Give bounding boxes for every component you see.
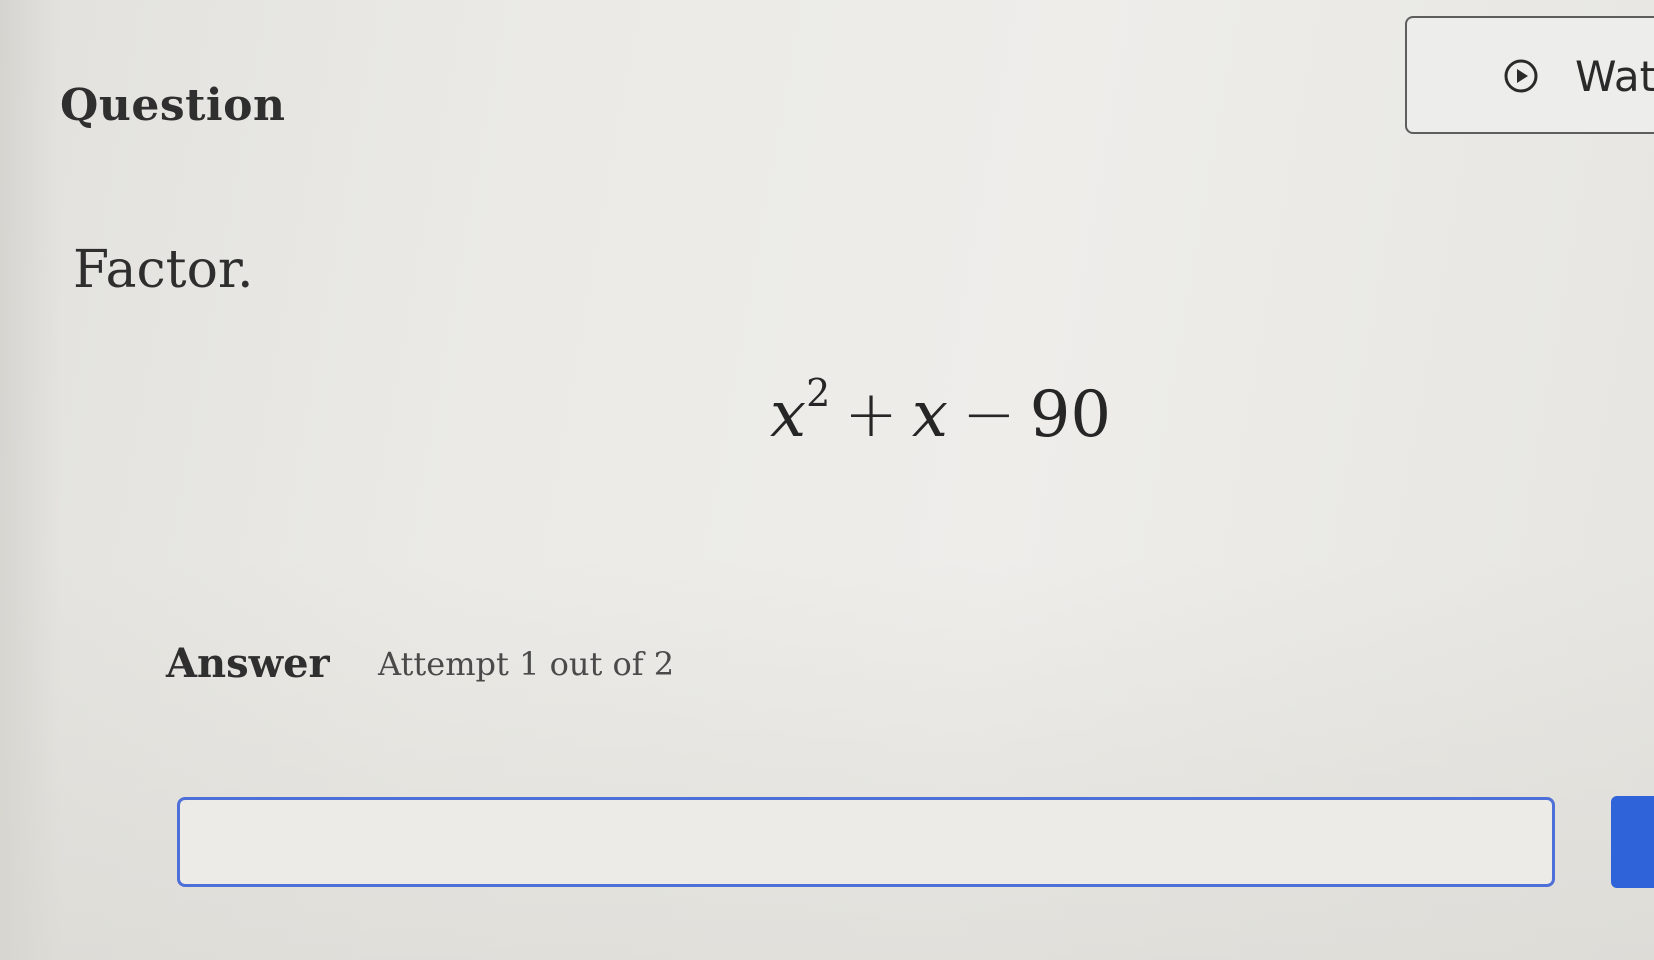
answer-label: Answer xyxy=(166,640,330,687)
answer-input[interactable] xyxy=(177,797,1555,887)
attempt-counter: Attempt 1 out of 2 xyxy=(378,645,675,683)
submit-button[interactable] xyxy=(1611,796,1654,888)
expression-plus: + xyxy=(844,378,898,452)
expression-constant: 90 xyxy=(1029,378,1112,452)
watch-video-label: Wat xyxy=(1575,52,1654,101)
question-prompt: Factor. xyxy=(73,240,254,300)
question-page: Question Wat Factor. x2 + x −90 Answer Atte… xyxy=(0,0,1654,960)
watch-video-button[interactable]: Wat xyxy=(1405,16,1654,134)
page-shade-bottom xyxy=(0,560,1654,960)
math-expression: x2 + x −90 xyxy=(770,371,1112,452)
expression-base: x xyxy=(770,378,807,452)
expression-term: x xyxy=(911,378,948,452)
play-circle-icon xyxy=(1503,58,1539,94)
question-title: Question xyxy=(60,80,286,131)
expression-exponent: 2 xyxy=(806,370,831,415)
expression-minus: − xyxy=(962,378,1016,452)
